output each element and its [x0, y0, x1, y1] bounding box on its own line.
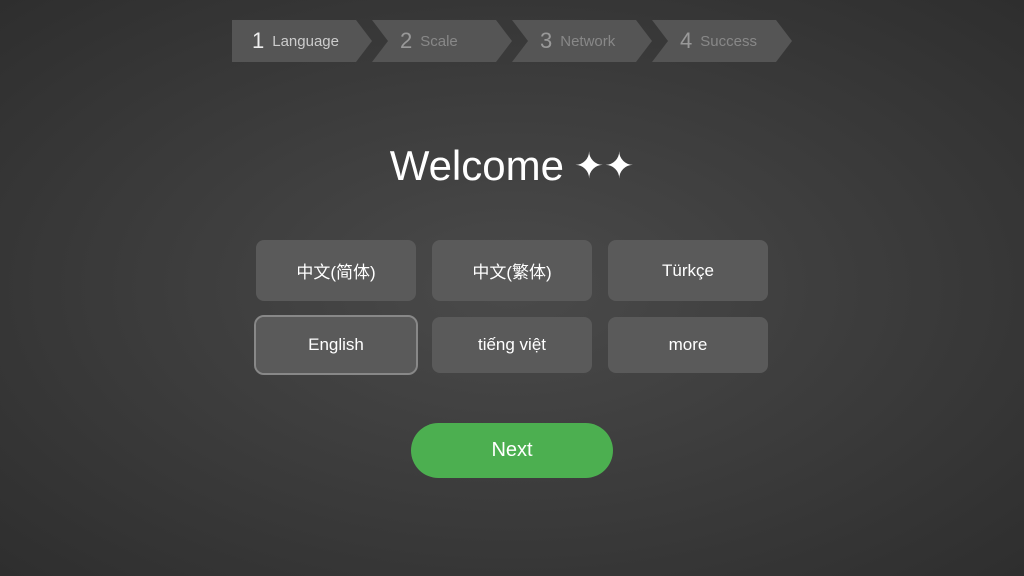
step-language-number: 1 — [252, 28, 264, 54]
step-language-label: Language — [272, 33, 339, 50]
lang-btn-tr[interactable]: Türkçe — [608, 240, 768, 301]
sparkle-icon: ✦✦ — [574, 145, 634, 187]
language-grid: 中文(简体) 中文(繁体) Türkçe English tiếng việt … — [256, 240, 768, 373]
lang-btn-en[interactable]: English — [256, 317, 416, 373]
next-button[interactable]: Next — [411, 423, 612, 478]
lang-btn-zh-hant[interactable]: 中文(繁体) — [432, 240, 592, 301]
step-network-number: 3 — [540, 28, 552, 54]
step-scale-label: Scale — [420, 33, 458, 50]
welcome-text: Welcome — [390, 142, 564, 190]
step-scale[interactable]: 2 Scale — [372, 20, 512, 62]
lang-btn-more[interactable]: more — [608, 317, 768, 373]
step-network[interactable]: 3 Network — [512, 20, 652, 62]
step-success-number: 4 — [680, 28, 692, 54]
step-success[interactable]: 4 Success — [652, 20, 792, 62]
lang-btn-vi[interactable]: tiếng việt — [432, 317, 592, 373]
stepper: 1 Language 2 Scale 3 Network 4 Success — [232, 20, 792, 62]
lang-btn-zh-hans[interactable]: 中文(简体) — [256, 240, 416, 301]
step-scale-number: 2 — [400, 28, 412, 54]
welcome-title: Welcome ✦✦ — [390, 142, 635, 190]
step-language[interactable]: 1 Language — [232, 20, 372, 62]
step-success-label: Success — [700, 33, 757, 50]
welcome-section: Welcome ✦✦ — [390, 142, 635, 190]
step-network-label: Network — [560, 33, 615, 50]
